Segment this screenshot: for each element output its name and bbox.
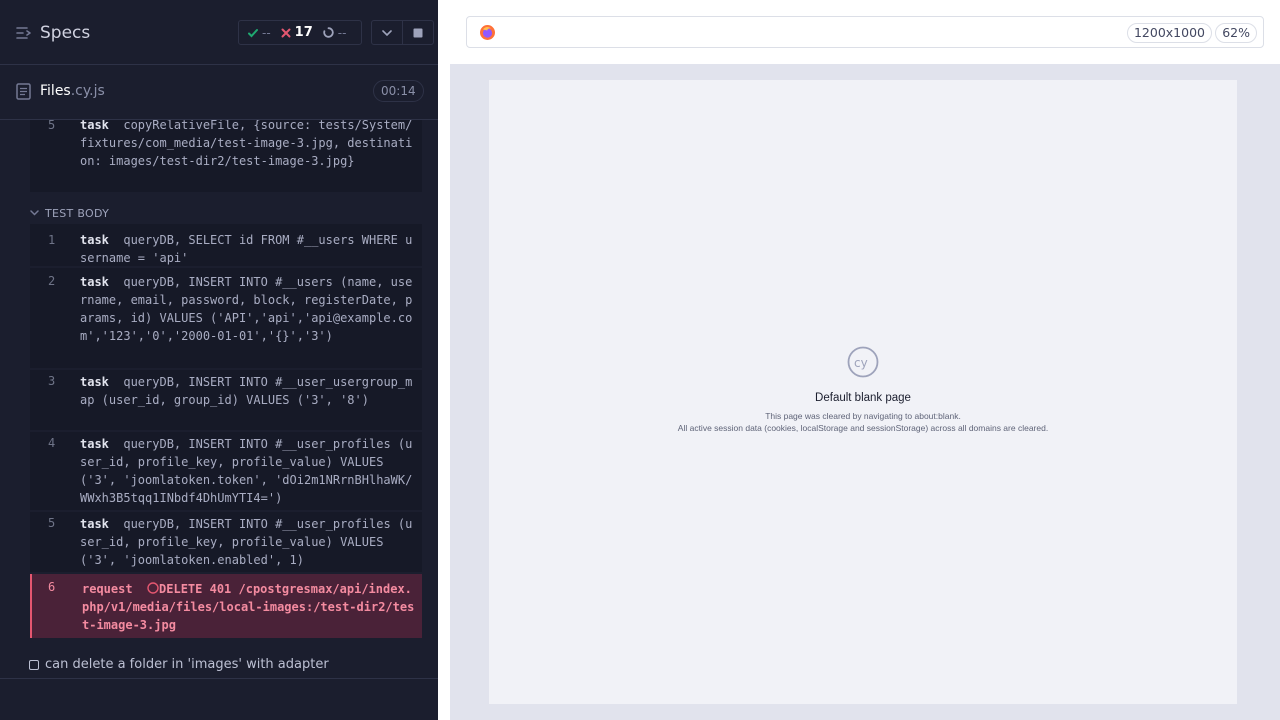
command-number: 6: [48, 580, 56, 594]
command-row[interactable]: 1 task queryDB, SELECT id FROM #__users …: [30, 224, 422, 266]
x-icon: [281, 28, 291, 37]
blank-page-message: This page was cleared by navigating to a…: [765, 411, 961, 421]
app-under-test-area: cy Default blank page This page was clea…: [450, 64, 1280, 720]
blank-page-title: Default blank page: [815, 392, 911, 404]
check-icon: [248, 28, 258, 37]
stop-icon: [413, 28, 423, 37]
document-icon: [16, 83, 31, 100]
pending-spinner-icon: [323, 27, 334, 38]
cypress-logo-icon: cy: [847, 346, 879, 378]
command-message: task queryDB, INSERT INTO #__user_profil…: [80, 515, 416, 569]
command-message: task queryDB, INSERT INTO #__user_profil…: [80, 435, 416, 507]
command-row[interactable]: 4 task queryDB, INSERT INTO #__user_prof…: [30, 432, 422, 510]
app-preview-panel: 1200x1000 62% cy Default blank page This…: [450, 0, 1280, 720]
command-args: queryDB, SELECT id FROM #__users WHERE u…: [80, 233, 413, 265]
command-name: task: [80, 233, 109, 247]
zoom-level-badge: 62%: [1215, 23, 1257, 43]
spec-file-header: Files.cy.js 00:14: [0, 65, 438, 120]
command-message: request DELETE 401 /cpostgresmax/api/ind…: [82, 580, 418, 634]
command-log[interactable]: 5 task copyRelativeFile, {source: tests/…: [0, 120, 438, 680]
command-number: 3: [48, 374, 56, 388]
collapse-button[interactable]: [372, 21, 402, 44]
command-number: 5: [48, 516, 56, 530]
command-row[interactable]: 3 task queryDB, INSERT INTO #__user_user…: [30, 370, 422, 430]
run-controls: [371, 20, 434, 45]
specs-label: Specs: [40, 23, 91, 43]
browser-bar: 1200x1000 62%: [466, 16, 1264, 48]
command-name: task: [80, 517, 109, 531]
pending-count: --: [337, 25, 347, 40]
command-args: queryDB, INSERT INTO #__user_usergroup_m…: [80, 375, 413, 407]
command-message: task copyRelativeFile, {source: tests/Sy…: [80, 120, 416, 170]
firefox-icon[interactable]: [479, 24, 496, 41]
chevron-down-icon: [30, 210, 39, 216]
command-number: 5: [48, 120, 56, 132]
command-name: task: [80, 375, 109, 389]
command-args: queryDB, INSERT INTO #__users (name, use…: [80, 275, 413, 343]
blank-page-session-note: All active session data (cookies, localS…: [677, 423, 1049, 433]
spec-file-ext: .cy.js: [70, 83, 105, 99]
command-message: task queryDB, INSERT INTO #__users (name…: [80, 273, 416, 345]
command-name: task: [80, 275, 109, 289]
test-body-section[interactable]: TEST BODY: [30, 204, 109, 222]
passed-count: --: [262, 25, 271, 40]
test-stats: -- 17 --: [238, 20, 362, 45]
failed-command-row[interactable]: 6 request DELETE 401 /cpostgresmax/api/i…: [30, 574, 422, 638]
command-row[interactable]: 2 task queryDB, INSERT INTO #__users (na…: [30, 268, 422, 368]
spec-file-name[interactable]: Files.cy.js: [40, 83, 105, 99]
command-number: 1: [48, 233, 56, 247]
specs-toggle-button[interactable]: Specs: [16, 21, 90, 45]
failed-stat: 17: [281, 25, 313, 40]
reporter-panel: Specs -- 17 -- Files.cy.js 00:14 5 task …: [0, 0, 438, 720]
duration-badge: 00:14: [373, 80, 424, 102]
app-iframe[interactable]: cy Default blank page This page was clea…: [489, 80, 1237, 704]
command-row[interactable]: 5 task copyRelativeFile, {source: tests/…: [30, 120, 422, 192]
command-number: 4: [48, 436, 56, 450]
blank-page-content: cy Default blank page This page was clea…: [489, 346, 1237, 433]
command-name: task: [80, 120, 109, 132]
test-state-icon: [29, 659, 39, 670]
error-circle-icon: [147, 582, 159, 594]
command-name: task: [80, 437, 109, 451]
command-message: task queryDB, SELECT id FROM #__users WH…: [80, 231, 416, 267]
test-title: can delete a folder in 'images' with ada…: [45, 657, 329, 672]
reporter-header: Specs -- 17 --: [0, 0, 438, 65]
command-row[interactable]: 5 task queryDB, INSERT INTO #__user_prof…: [30, 512, 422, 572]
spec-file-base: Files: [40, 83, 71, 99]
stop-button[interactable]: [402, 21, 433, 44]
test-item[interactable]: can delete a folder in 'images' with ada…: [0, 651, 438, 679]
command-number: 2: [48, 274, 56, 288]
specs-list-icon: [16, 27, 31, 39]
passed-stat: --: [248, 26, 271, 40]
command-args: queryDB, INSERT INTO #__user_profiles (u…: [80, 437, 413, 505]
svg-text:cy: cy: [854, 356, 868, 370]
command-args: queryDB, INSERT INTO #__user_profiles (u…: [80, 517, 413, 567]
chevron-down-icon: [382, 29, 392, 36]
pending-stat: --: [323, 25, 347, 40]
failed-count: 17: [294, 25, 313, 40]
panel-divider[interactable]: [438, 0, 450, 720]
command-args: copyRelativeFile, {source: tests/System/…: [80, 120, 413, 168]
command-name: request: [82, 582, 133, 596]
command-message: task queryDB, INSERT INTO #__user_usergr…: [80, 373, 416, 409]
viewport-size-badge[interactable]: 1200x1000: [1126, 23, 1212, 43]
test-body-label: TEST BODY: [45, 206, 110, 220]
